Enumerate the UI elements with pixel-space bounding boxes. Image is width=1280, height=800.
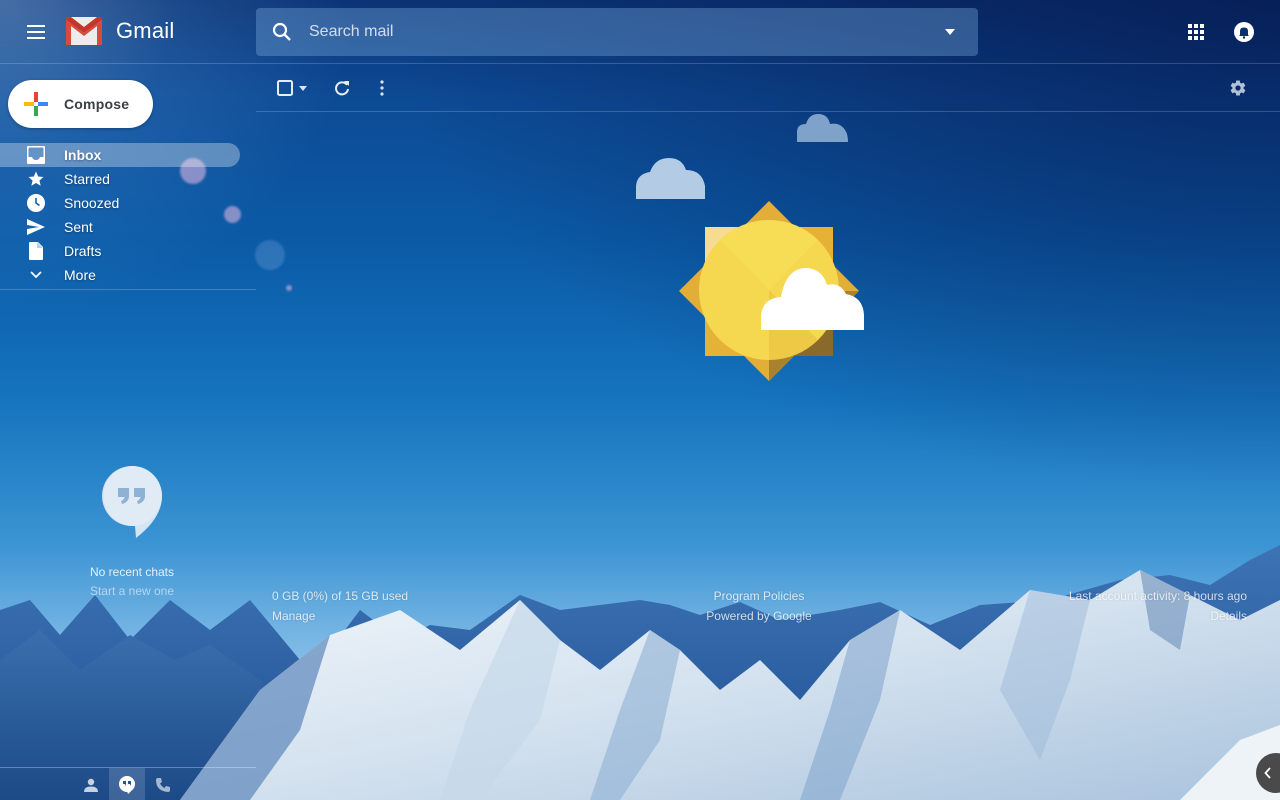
sidebar-item-label: Sent (64, 219, 93, 235)
activity-details-link[interactable]: Details (1069, 608, 1247, 628)
manage-storage-link[interactable]: Manage (272, 608, 408, 628)
sidebar-item-label: Starred (64, 171, 110, 187)
refresh-button[interactable] (330, 76, 354, 100)
search-input[interactable] (309, 23, 938, 41)
side-panel-toggle[interactable] (1256, 753, 1280, 793)
footer-storage: 0 GB (0%) of 15 GB used Manage (272, 588, 408, 628)
sidebar-nav: Inbox Starred Snoozed Sent Drafts More (0, 143, 256, 287)
search-icon[interactable] (270, 20, 294, 44)
sidebar-item-label: More (64, 267, 96, 283)
refresh-icon (335, 81, 349, 96)
search-bar[interactable] (256, 8, 978, 56)
weather-illustration (636, 114, 864, 381)
draft-icon (26, 241, 46, 261)
chevron-down-icon (26, 265, 46, 285)
gmail-m-icon (66, 17, 102, 45)
storage-usage-text: 0 GB (0%) of 15 GB used (272, 589, 409, 603)
sidebar-item-drafts[interactable]: Drafts (0, 239, 240, 263)
gmail-logo[interactable]: Gmail (66, 17, 174, 45)
apps-grid-icon (1188, 24, 1204, 40)
sidebar-item-more[interactable]: More (0, 263, 240, 287)
contacts-icon (84, 778, 98, 792)
cloud-medium (636, 158, 705, 199)
sidebar-item-snoozed[interactable]: Snoozed (0, 191, 240, 215)
powered-by-google-link[interactable]: Powered by Google (620, 608, 898, 628)
phone-icon (156, 777, 170, 792)
app-name: Gmail (116, 18, 175, 43)
checkbox-icon (277, 80, 293, 96)
compose-button[interactable]: Compose (8, 80, 153, 128)
sidebar-item-label: Drafts (64, 243, 102, 259)
phone-tab[interactable] (145, 768, 181, 800)
compose-label: Compose (64, 96, 130, 112)
more-actions-button[interactable] (370, 76, 394, 100)
header-bar: Gmail (0, 0, 1280, 64)
hangouts-tab[interactable] (109, 768, 145, 800)
hangouts-icon (119, 775, 135, 794)
bell-icon (1234, 22, 1254, 42)
settings-button[interactable] (1226, 76, 1250, 100)
hamburger-menu-icon (27, 25, 45, 39)
cloud-small (797, 114, 848, 142)
hangouts-icon (102, 466, 162, 538)
contacts-tab[interactable] (73, 768, 109, 800)
caret-down-icon[interactable] (299, 85, 307, 91)
last-activity-text: Last account activity: 8 hours ago (1068, 589, 1247, 603)
no-chats-message: No recent chats (89, 565, 175, 579)
sidebar-item-label: Inbox (64, 147, 102, 163)
sidebar-divider (0, 289, 256, 290)
google-apps-button[interactable] (1180, 16, 1212, 48)
inbox-icon (26, 145, 46, 165)
hangouts-empty-state: No recent chats Start a new one (62, 466, 202, 598)
sidebar-item-label: Snoozed (64, 195, 120, 211)
sidebar-item-inbox[interactable]: Inbox (0, 143, 240, 167)
select-all-checkbox[interactable] (272, 76, 312, 100)
star-icon (26, 169, 46, 189)
footer-links: Program Policies Powered by Google (620, 588, 898, 628)
chat-tab-bar (0, 767, 256, 800)
gear-icon (1230, 80, 1246, 96)
program-policies-link[interactable]: Program Policies (620, 588, 898, 608)
start-new-chat-link[interactable]: Start a new one (62, 584, 202, 598)
sidebar-item-sent[interactable]: Sent (0, 215, 240, 239)
footer-activity: Last account activity: 8 hours ago Detai… (1069, 588, 1247, 628)
compose-plus-icon (24, 92, 48, 116)
chevron-left-icon (1264, 767, 1271, 779)
send-icon (26, 217, 46, 237)
main-menu-button[interactable] (20, 16, 52, 48)
clock-icon (26, 193, 46, 213)
more-vert-icon (380, 80, 384, 96)
lens-flare-spot (286, 285, 292, 291)
search-options-button[interactable] (938, 20, 962, 44)
lens-flare-spot (255, 240, 285, 270)
caret-down-icon (945, 29, 955, 35)
sidebar-item-starred[interactable]: Starred (0, 167, 240, 191)
notifications-button[interactable] (1228, 16, 1260, 48)
